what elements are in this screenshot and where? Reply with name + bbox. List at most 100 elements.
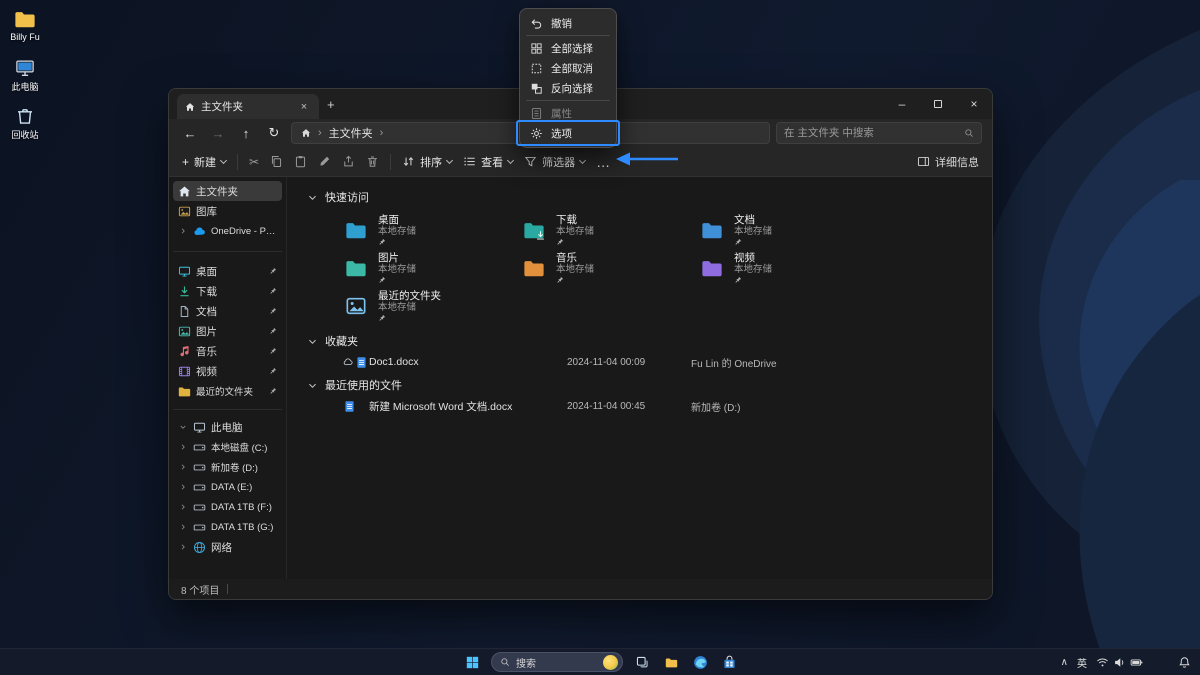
- sidebar-label: 下载: [196, 284, 217, 299]
- forward-button[interactable]: →: [207, 126, 229, 141]
- desktop-icon-billy-fu[interactable]: Billy Fu: [2, 8, 48, 42]
- see-more-button[interactable]: …: [596, 157, 611, 167]
- sidebar-item-recent-folder[interactable]: 最近的文件夹: [173, 381, 282, 401]
- file-name: 新建 Microsoft Word 文档.docx: [369, 399, 567, 414]
- maximize-button[interactable]: [920, 89, 956, 119]
- cut-icon[interactable]: ✂: [249, 155, 259, 169]
- new-tab-button[interactable]: +: [327, 97, 335, 112]
- sidebar-item-drive-g[interactable]: DATA 1TB (G:): [173, 517, 282, 537]
- copy-icon[interactable]: [270, 155, 283, 168]
- sidebar-item-drive-d[interactable]: 新加卷 (D:): [173, 457, 282, 477]
- item-count: 8 个项目: [181, 582, 219, 597]
- recycle-bin-icon: [14, 106, 36, 126]
- share-icon[interactable]: [342, 155, 355, 168]
- breadcrumb-root[interactable]: 主文件夹: [329, 125, 373, 141]
- tray-status-icons[interactable]: [1096, 656, 1143, 669]
- sidebar-label: 网络: [211, 540, 232, 555]
- sidebar-item-onedrive[interactable]: OneDrive - Personal: [173, 221, 282, 241]
- sidebar-item-drive-f[interactable]: DATA 1TB (F:): [173, 497, 282, 517]
- tile-videos[interactable]: 视频 本地存储: [699, 249, 877, 287]
- home-icon: [178, 185, 191, 198]
- videos-icon: [178, 365, 191, 378]
- folder-icon: [699, 257, 725, 279]
- menu-item-label: 撤销: [551, 16, 572, 31]
- folder-icon: [12, 8, 38, 30]
- start-button[interactable]: [462, 652, 482, 672]
- sidebar-item-gallery[interactable]: 图库: [173, 201, 282, 221]
- search-input[interactable]: [784, 127, 958, 139]
- sidebar-item-drive-c[interactable]: 本地磁盘 (C:): [173, 437, 282, 457]
- sidebar-item-drive-e[interactable]: DATA (E:): [173, 477, 282, 497]
- section-title: 快速访问: [325, 189, 369, 205]
- annotation-arrow: [612, 150, 684, 168]
- desktop-icon-this-pc[interactable]: 此电脑: [2, 58, 48, 93]
- paste-icon[interactable]: [294, 155, 307, 168]
- menu-item-properties[interactable]: 属性: [520, 103, 616, 123]
- sidebar-item-music[interactable]: 音乐: [173, 341, 282, 361]
- sidebar-item-this-pc[interactable]: 此电脑: [173, 417, 282, 437]
- pin-icon: [734, 276, 742, 284]
- sidebar-item-desktop[interactable]: 桌面: [173, 261, 282, 281]
- tile-subtitle: 本地存储: [734, 264, 772, 275]
- delete-icon[interactable]: [366, 155, 379, 168]
- section-recent-files[interactable]: 最近使用的文件: [307, 375, 992, 395]
- network-icon: [193, 541, 206, 554]
- tile-pictures[interactable]: 图片 本地存储: [343, 249, 521, 287]
- store-icon: [722, 655, 737, 670]
- view-button[interactable]: 查看: [463, 154, 513, 170]
- sidebar-label: 本地磁盘 (C:): [211, 440, 267, 454]
- folder-icon: [343, 219, 369, 241]
- menu-item-select-none[interactable]: 全部取消: [520, 58, 616, 78]
- details-label: 详细信息: [935, 154, 979, 170]
- tray-chevron-up-icon[interactable]: ∧: [1061, 657, 1068, 668]
- task-view-button[interactable]: [632, 652, 652, 672]
- view-label: 查看: [481, 154, 503, 170]
- minimize-button[interactable]: –: [884, 89, 920, 119]
- refresh-button[interactable]: ↻: [263, 125, 285, 141]
- menu-item-select-all[interactable]: 全部选择: [520, 38, 616, 58]
- up-button[interactable]: ↑: [235, 126, 257, 141]
- file-explorer-button[interactable]: [661, 652, 681, 672]
- tile-desktop[interactable]: 桌面 本地存储: [343, 211, 521, 249]
- file-row-new-word-doc[interactable]: 新建 Microsoft Word 文档.docx 2024-11-04 00:…: [343, 395, 992, 417]
- filter-button[interactable]: 筛选器: [524, 154, 585, 170]
- section-quick-access[interactable]: 快速访问: [307, 187, 992, 207]
- tile-downloads[interactable]: 下载 本地存储: [521, 211, 699, 249]
- sidebar-item-videos[interactable]: 视频: [173, 361, 282, 381]
- menu-item-options[interactable]: 选项: [520, 123, 616, 143]
- sidebar-item-home[interactable]: 主文件夹: [173, 181, 282, 201]
- taskbar-search[interactable]: 搜索: [491, 652, 623, 672]
- sidebar-item-network[interactable]: 网络: [173, 537, 282, 557]
- tile-documents[interactable]: 文档 本地存储: [699, 211, 877, 249]
- sidebar-item-pictures[interactable]: 图片: [173, 321, 282, 341]
- menu-item-undo[interactable]: 撤销: [520, 13, 616, 33]
- desktop-icon-recycle-bin[interactable]: 回收站: [2, 106, 48, 141]
- edge-button[interactable]: [690, 652, 710, 672]
- tile-music[interactable]: 音乐 本地存储: [521, 249, 699, 287]
- explorer-tab[interactable]: 主文件夹 ×: [177, 94, 319, 119]
- search-icon: [964, 128, 974, 138]
- tile-recent-folder[interactable]: 最近的文件夹 本地存储: [343, 287, 521, 325]
- breadcrumb-chevron-icon: ›: [318, 127, 322, 139]
- new-button[interactable]: + 新建: [182, 154, 226, 170]
- sidebar-item-documents[interactable]: 文档: [173, 301, 282, 321]
- back-button[interactable]: ←: [179, 126, 201, 141]
- language-indicator[interactable]: 英: [1077, 655, 1087, 670]
- sidebar-label: 音乐: [196, 344, 217, 359]
- close-button[interactable]: ×: [956, 89, 992, 119]
- section-favorites[interactable]: 收藏夹: [307, 331, 992, 351]
- menu-item-invert-selection[interactable]: 反向选择: [520, 78, 616, 98]
- details-pane-button[interactable]: 详细信息: [917, 154, 979, 170]
- rename-icon[interactable]: [318, 155, 331, 168]
- store-button[interactable]: [719, 652, 739, 672]
- sort-button[interactable]: 排序: [402, 154, 452, 170]
- home-icon: [301, 128, 311, 138]
- toolbar-divider: [390, 154, 391, 170]
- file-explorer-window: 主文件夹 × + – × ← → ↑ ↻ › 主文件夹 ›: [168, 88, 993, 600]
- file-row-doc1[interactable]: Doc1.docx 2024-11-04 00:09 Fu Lin 的 OneD…: [343, 351, 992, 373]
- tab-close-button[interactable]: ×: [297, 101, 311, 113]
- search-box[interactable]: [776, 122, 982, 144]
- maximize-icon: [934, 100, 942, 108]
- notification-center-button[interactable]: [1174, 652, 1194, 672]
- sidebar-item-downloads[interactable]: 下载: [173, 281, 282, 301]
